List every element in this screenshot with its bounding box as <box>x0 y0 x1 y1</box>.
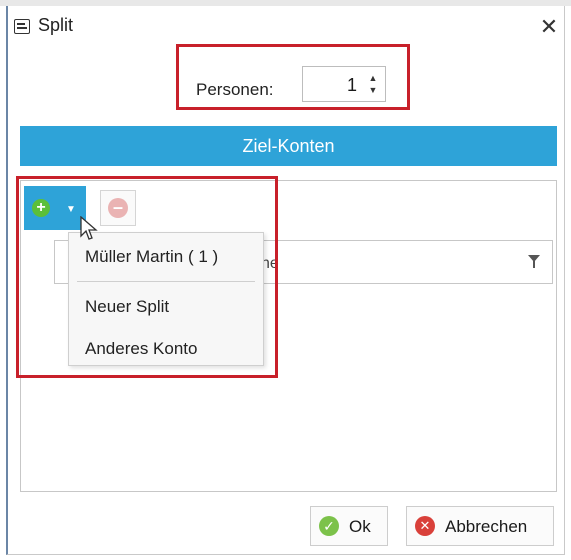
ok-button[interactable]: ✓ Ok <box>310 506 388 546</box>
close-button[interactable]: ✕ <box>534 12 564 42</box>
ziel-konten-header: Ziel-Konten <box>20 126 557 166</box>
cancel-button[interactable]: ✕ Abbrechen <box>406 506 554 546</box>
app-icon <box>14 19 30 34</box>
title-bar: Split ✕ <box>8 6 564 46</box>
filter-icon-stem <box>533 261 535 268</box>
cancel-label: Abbrechen <box>445 517 528 536</box>
personen-spinner[interactable]: 1 ▲ ▼ <box>302 66 386 102</box>
personen-value[interactable]: 1 <box>347 75 357 96</box>
ok-label: Ok <box>349 517 371 536</box>
personen-label: Personen: <box>196 80 274 99</box>
mouse-pointer-icon <box>80 216 98 240</box>
check-icon: ✓ <box>319 516 339 536</box>
spinner-buttons: ▲ ▼ <box>367 72 379 96</box>
cancel-icon: ✕ <box>415 516 435 536</box>
dialog-title: Split <box>38 15 74 35</box>
highlight-box-menu <box>16 176 278 378</box>
spin-down-icon[interactable]: ▼ <box>367 84 379 96</box>
spin-up-icon[interactable]: ▲ <box>367 72 379 84</box>
